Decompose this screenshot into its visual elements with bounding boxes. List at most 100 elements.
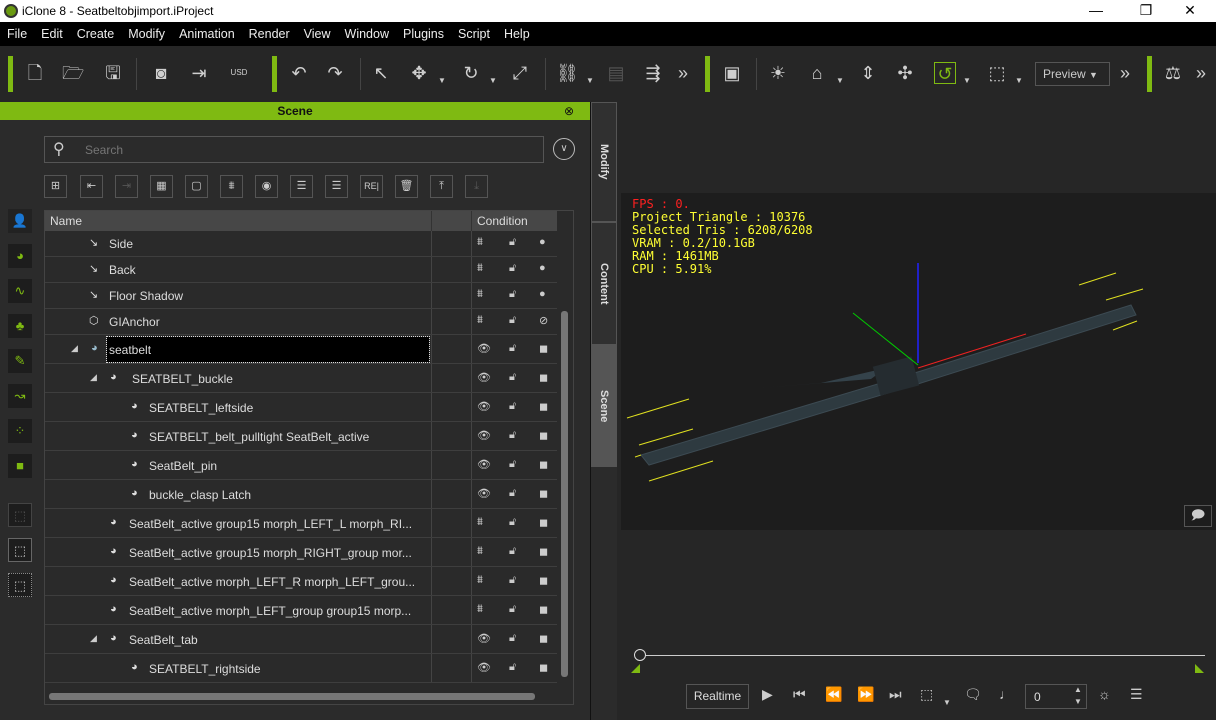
unlock-icon[interactable]: 🔓︎	[509, 574, 516, 587]
tab-content[interactable]: Content	[591, 222, 617, 345]
table-row[interactable]: ◕ SEATBELT_rightside 👁 🔓︎ ◼	[45, 654, 557, 683]
expand-list-icon[interactable]: ☰	[325, 175, 348, 198]
usd-export-icon[interactable]: USD	[228, 62, 250, 84]
eye-closed-icon[interactable]: ⩩	[477, 236, 483, 249]
save-icon[interactable]: 🖫	[102, 62, 124, 84]
eye-icon[interactable]: 👁	[477, 429, 491, 442]
close-panel-icon[interactable]: ⊗	[564, 102, 574, 120]
comment-icon[interactable]: 🗩	[1184, 505, 1212, 527]
menu-view[interactable]: View	[297, 27, 338, 41]
node-name[interactable]: Side	[107, 231, 133, 257]
hide-all-icon[interactable]: ⩩	[220, 175, 243, 198]
shading-cube-icon[interactable]: ⬚	[986, 62, 1008, 84]
rotate-icon[interactable]: ↻	[460, 62, 482, 84]
range-start-marker[interactable]	[631, 664, 640, 673]
table-row[interactable]: ◢ ◕ SEATBELT_buckle 👁 🔓︎ ◼	[45, 364, 557, 393]
settings-sun-icon[interactable]: ☼	[1098, 686, 1111, 702]
select-all-icon[interactable]: ⬚	[8, 573, 32, 597]
search-input[interactable]	[85, 141, 525, 159]
cube-icon[interactable]: ◼	[539, 429, 548, 442]
unlock-icon[interactable]: 🔓︎	[509, 458, 516, 471]
table-row[interactable]: ↘ Back ⩩ 🔓︎ ●	[45, 257, 557, 283]
vertical-scrollbar[interactable]	[561, 311, 568, 677]
move-top-icon[interactable]: ⤒	[430, 175, 453, 198]
align-icon[interactable]: ⇶	[642, 62, 664, 84]
unlock-icon[interactable]: 🔓︎	[509, 603, 516, 616]
decrement-icon[interactable]: ▼	[1074, 697, 1082, 706]
collapse-triangle-icon[interactable]: ◢	[71, 343, 78, 354]
increment-icon[interactable]: ▲	[1074, 685, 1082, 694]
motion-filter-icon[interactable]: ∿	[8, 279, 32, 303]
unlock-icon[interactable]: 🔓︎	[509, 487, 516, 500]
cube-icon[interactable]: ◼	[539, 661, 548, 674]
avatar-filter-icon[interactable]: 👤	[8, 209, 32, 233]
unlock-icon[interactable]: 🔓︎	[509, 262, 516, 275]
skip-start-icon[interactable]: ⏮	[793, 686, 806, 703]
show-all-icon[interactable]: ◉	[255, 175, 278, 198]
menu-window[interactable]: Window	[338, 27, 396, 41]
export-icon[interactable]: ⇥	[188, 62, 210, 84]
eye-closed-icon[interactable]: ⩩	[477, 545, 483, 558]
menu-render[interactable]: Render	[242, 27, 297, 41]
range-end-marker[interactable]	[1195, 664, 1204, 673]
light-icon[interactable]: ☀	[767, 62, 789, 84]
cube-icon[interactable]: ◼	[539, 458, 548, 471]
node-name[interactable]: SEATBELT_buckle	[130, 364, 233, 393]
eye-closed-icon[interactable]: ⩩	[477, 314, 483, 327]
table-row[interactable]: ↘ Side ⩩ 🔓︎ ●	[45, 231, 557, 257]
close-button[interactable]: ✕	[1170, 2, 1210, 19]
scale-icon[interactable]: ⤢	[509, 62, 531, 84]
eye-icon[interactable]: 👁	[477, 661, 491, 674]
cube-icon[interactable]: ◼	[539, 545, 548, 558]
table-row[interactable]: ◕ buckle_clasp Latch 👁 🔓︎ ◼	[45, 480, 557, 509]
node-name[interactable]: SeatBelt_active morph_LEFT_group group15…	[127, 596, 411, 625]
layout-icon[interactable]: ▣	[721, 62, 743, 84]
skip-end-icon[interactable]: ⏭	[889, 686, 902, 703]
node-name[interactable]: buckle_clasp Latch	[147, 480, 251, 509]
cube-icon[interactable]: ◼	[539, 400, 548, 413]
node-name[interactable]: SeatBelt_tab	[127, 625, 198, 654]
collapse-list-icon[interactable]: ☰	[290, 175, 313, 198]
condition-column-header[interactable]: Condition	[477, 214, 528, 228]
eye-icon[interactable]: 👁	[477, 342, 491, 355]
group-in-icon[interactable]: ⇤	[80, 175, 103, 198]
more-tools-icon[interactable]: »	[672, 62, 694, 84]
preview-window-icon[interactable]: ◙	[150, 62, 172, 84]
frame-stepper[interactable]: 0 ▲ ▼	[1025, 684, 1087, 709]
eye-closed-icon[interactable]: ⩩	[477, 516, 483, 529]
more-tools-icon[interactable]: »	[1190, 62, 1212, 84]
render-mode-dropdown[interactable]: Preview ▼	[1035, 62, 1110, 86]
camera-filter-icon[interactable]: ■	[8, 454, 32, 478]
collapse-triangle-icon[interactable]: ◢	[90, 633, 97, 644]
unlock-icon[interactable]: 🔓︎	[509, 661, 516, 674]
loop-icon[interactable]: ⬚	[920, 686, 933, 703]
node-name[interactable]: SEATBELT_leftside	[147, 393, 253, 422]
rename-icon[interactable]: RE|	[360, 175, 383, 198]
timeline-playhead[interactable]	[634, 649, 646, 661]
home-camera-icon[interactable]: ⌂	[806, 62, 828, 84]
eye-closed-icon[interactable]: ⩩	[477, 603, 483, 616]
redo-icon[interactable]: ↷	[324, 62, 346, 84]
select-arrow-icon[interactable]: ↖	[370, 62, 392, 84]
expand-options-icon[interactable]: ∨	[553, 138, 575, 160]
undo-icon[interactable]: ↶	[288, 62, 310, 84]
minimize-button[interactable]: —	[1076, 2, 1116, 18]
table-row[interactable]: ◢ ◕ SeatBelt_tab 👁 🔓︎ ◼	[45, 625, 557, 654]
node-name[interactable]: Floor Shadow	[107, 283, 183, 309]
maximize-button[interactable]: ❐	[1126, 2, 1166, 19]
eye-closed-icon[interactable]: ⩩	[477, 262, 483, 275]
table-row[interactable]: ◕ SeatBelt_active group15 morph_LEFT_L mo…	[45, 509, 557, 538]
unlock-icon[interactable]: 🔓︎	[509, 400, 516, 413]
cube-icon[interactable]: ◼	[539, 603, 548, 616]
audio-icon[interactable]: ♩	[999, 686, 1013, 702]
tab-modify[interactable]: Modify	[591, 102, 617, 222]
menu-modify[interactable]: Modify	[121, 27, 172, 41]
table-row[interactable]: ◕ SeatBelt_active morph_LEFT_R morph_LEFT…	[45, 567, 557, 596]
path-filter-icon[interactable]: ↝	[8, 384, 32, 408]
table-row[interactable]: ◕ SEATBELT_belt_pulltight SeatBelt_active…	[45, 422, 557, 451]
node-name[interactable]: SeatBelt_active morph_LEFT_R morph_LEFT_…	[127, 567, 415, 596]
cube-icon[interactable]: ◼	[539, 574, 548, 587]
disabled-icon[interactable]: ⊘	[539, 314, 548, 327]
menu-create[interactable]: Create	[70, 27, 122, 41]
particle-filter-icon[interactable]: ⁘	[8, 419, 32, 443]
